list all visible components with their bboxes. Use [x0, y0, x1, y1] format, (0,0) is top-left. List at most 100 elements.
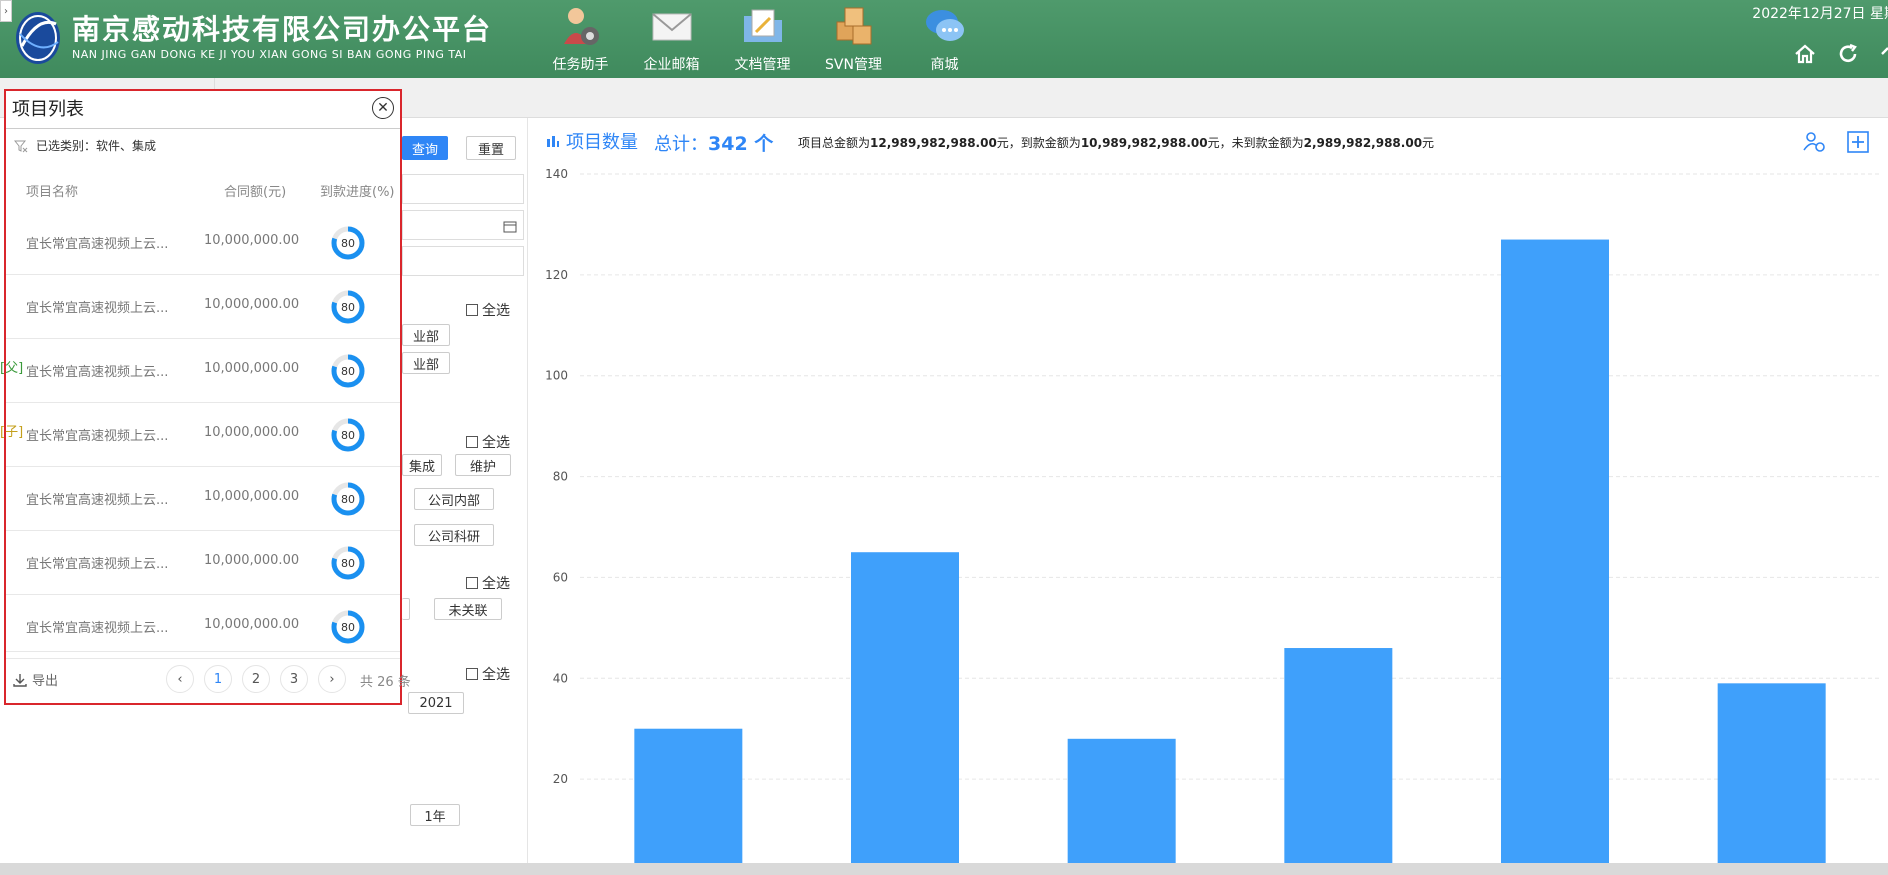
app-header: 南京感动科技有限公司办公平台 NAN JING GAN DONG KE JI Y… — [0, 0, 1888, 78]
received-amount: 10,989,982,988.00 — [1080, 136, 1208, 150]
checkbox[interactable] — [466, 304, 478, 316]
checkbox[interactable] — [466, 668, 478, 680]
range-input[interactable] — [402, 246, 524, 276]
filter-prefix: 已选类别： — [36, 139, 97, 153]
checkbox[interactable] — [466, 436, 478, 448]
arrow-up-icon[interactable] — [1876, 42, 1888, 66]
unreceived-amount: 2,989,982,988.00 — [1303, 136, 1423, 150]
col-progress: 到款进度(%) — [320, 185, 395, 200]
progress-value: 80 — [341, 492, 355, 506]
page-button-current[interactable]: 1 — [204, 665, 232, 693]
project-name: 宜长常宜高速视频上云... — [26, 365, 169, 380]
collapse-toggle[interactable]: › — [0, 0, 12, 22]
nav-mall[interactable]: 商城 — [899, 0, 990, 78]
selected-filter: 已选类别：软件、集成 — [14, 137, 156, 154]
table-row[interactable]: 宜长常宜高速视频上云... 10,000,000.00 80 — [6, 403, 400, 467]
close-icon[interactable]: ✕ — [372, 97, 394, 119]
document-folder-icon — [743, 9, 782, 42]
progress-ring: 80 — [330, 289, 366, 325]
period-button[interactable]: 1年 — [410, 804, 460, 826]
nav-label: 文档管理 — [734, 57, 791, 73]
select-all-link[interactable]: 全选 — [466, 573, 510, 593]
chart-panel: 项目数量 总计：342 个 项目总金额为12,989,982,988.00元，到… — [528, 118, 1888, 863]
nav-svn[interactable]: SVN管理 — [808, 0, 899, 78]
project-name: 宜长常宜高速视频上云... — [26, 493, 169, 508]
contract-amount: 10,000,000.00 — [204, 617, 300, 632]
progress-value: 80 — [341, 300, 355, 314]
nav-label: 任务助手 — [552, 57, 609, 73]
link-button[interactable]: 未关联 — [434, 598, 502, 620]
company-logo-icon — [16, 12, 60, 64]
type-button[interactable]: 公司科研 — [414, 524, 494, 546]
add-icon[interactable] — [1846, 130, 1870, 154]
parent-tag: [父] — [0, 361, 24, 376]
nav-task-assistant[interactable]: 任务助手 — [535, 0, 626, 78]
table-row[interactable]: 宜长常宜高速视频上云... 10,000,000.00 80 — [6, 595, 400, 659]
year-button[interactable]: 2021 — [408, 692, 464, 714]
project-list-popup: 项目列表 ✕ 已选类别：软件、集成 项目名称 合同额(元) 到款进度(%) 宜长… — [0, 89, 411, 705]
nav-documents[interactable]: 文档管理 — [717, 0, 808, 78]
table-row[interactable]: 宜长常宜高速视频上云... 10,000,000.00 80 — [6, 467, 400, 531]
bar[interactable] — [634, 728, 743, 863]
project-name: 宜长常宜高速视频上云... — [26, 301, 169, 316]
page-button[interactable]: 2 — [242, 665, 270, 693]
task-assistant-icon — [563, 8, 599, 45]
home-icon[interactable] — [1793, 42, 1817, 66]
export-button[interactable]: 导出 — [12, 670, 58, 689]
popup-title: 项目列表 — [12, 99, 84, 120]
bar[interactable] — [1284, 648, 1393, 863]
refresh-icon[interactable] — [1836, 42, 1860, 66]
progress-value: 80 — [341, 236, 355, 250]
filter-clear-icon[interactable] — [14, 139, 28, 153]
table-row[interactable]: 宜长常宜高速视频上云... 10,000,000.00 80 — [6, 339, 400, 403]
progress-value: 80 — [341, 428, 355, 442]
progress-value: 80 — [341, 556, 355, 570]
bar[interactable] — [1067, 738, 1176, 863]
total-amount: 12,989,982,988.00 — [870, 136, 997, 150]
dept-button[interactable]: 业部 — [402, 352, 450, 374]
amount-summary: 项目总金额为12,989,982,988.00元，到款金额为10,989,982… — [798, 136, 1435, 150]
dept-button[interactable]: 业部 — [402, 324, 450, 346]
select-all-dept[interactable]: 全选 — [466, 300, 510, 320]
y-tick-label: 80 — [553, 470, 568, 484]
table-row[interactable]: 宜长常宜高速视频上云... 10,000,000.00 80 — [6, 211, 400, 275]
table-row[interactable]: 宜长常宜高速视频上云... 10,000,000.00 80 — [6, 531, 400, 595]
keyword-input[interactable] — [402, 174, 524, 204]
nav-mail[interactable]: 企业邮箱 — [626, 0, 717, 78]
bar[interactable] — [1501, 239, 1609, 863]
progress-ring: 80 — [330, 481, 366, 517]
table-row[interactable]: 宜长常宜高速视频上云... 10,000,000.00 80 — [6, 275, 400, 339]
select-all-type[interactable]: 全选 — [466, 432, 510, 452]
project-name: 宜长常宜高速视频上云... — [26, 621, 169, 636]
select-all-year[interactable]: 全选 — [466, 664, 510, 684]
progress-value: 80 — [341, 620, 355, 634]
bar[interactable] — [1717, 683, 1826, 863]
user-settings-icon[interactable] — [1802, 130, 1826, 154]
project-table-body: 宜长常宜高速视频上云... 10,000,000.00 80 宜长常宜高速视频上云..… — [6, 211, 400, 659]
progress-value: 80 — [341, 364, 355, 378]
checkbox[interactable] — [466, 577, 478, 589]
type-button[interactable]: 集成 — [402, 454, 442, 476]
next-page-button[interactable]: › — [318, 665, 346, 693]
col-name: 项目名称 — [26, 185, 79, 200]
type-button[interactable]: 维护 — [455, 454, 511, 476]
type-button[interactable]: 公司内部 — [414, 488, 494, 510]
reset-button[interactable]: 重置 — [466, 136, 516, 160]
horizontal-scrollbar[interactable] — [0, 863, 1888, 875]
nav-label: 企业邮箱 — [643, 57, 700, 73]
prev-page-button[interactable]: ‹ — [166, 665, 194, 693]
y-tick-label: 100 — [545, 369, 568, 383]
popup-footer: 导出 ‹ 1 2 3 › 共 26 条 — [6, 651, 411, 703]
app-title: 南京感动科技有限公司办公平台 — [72, 13, 493, 46]
progress-ring: 80 — [330, 545, 366, 581]
date-input[interactable] — [402, 210, 524, 240]
link-button-partial[interactable] — [402, 598, 410, 620]
progress-ring: 80 — [330, 353, 366, 389]
app-subtitle: NAN JING GAN DONG KE JI YOU XIAN GONG SI… — [72, 48, 467, 61]
project-name: 宜长常宜高速视频上云... — [26, 557, 169, 572]
query-button[interactable]: 查询 — [402, 136, 448, 160]
download-icon — [13, 673, 27, 687]
total-value: 342 个 — [708, 133, 774, 155]
page-button[interactable]: 3 — [280, 665, 308, 693]
bar[interactable] — [851, 552, 959, 863]
